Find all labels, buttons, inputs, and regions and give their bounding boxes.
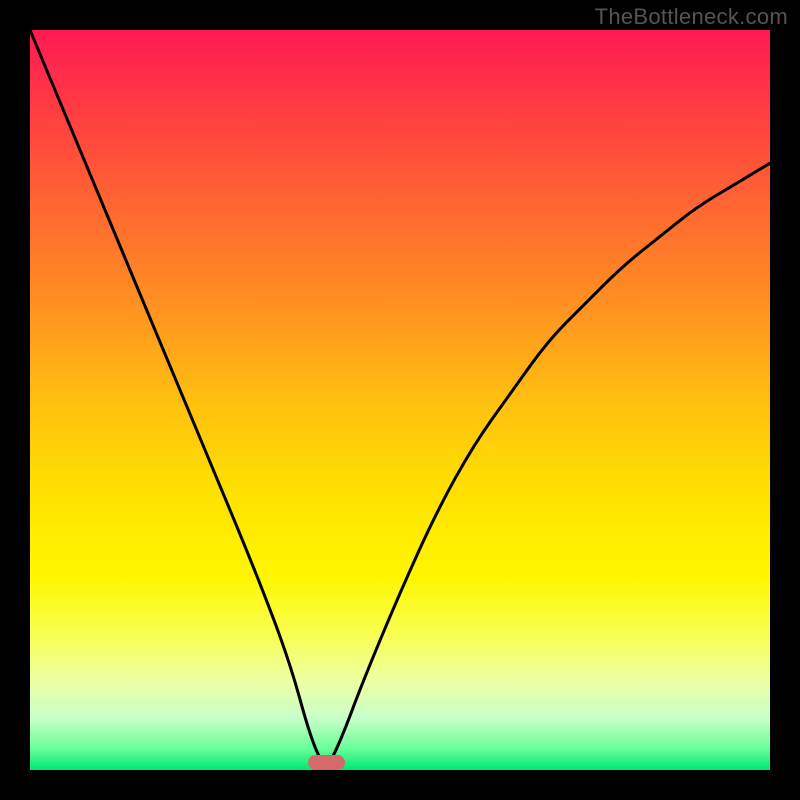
plot-area <box>30 30 770 770</box>
curve-svg <box>30 30 770 770</box>
watermark-text: TheBottleneck.com <box>595 4 788 30</box>
bottleneck-curve <box>30 30 770 763</box>
optimal-marker <box>308 755 345 770</box>
chart-frame: TheBottleneck.com <box>0 0 800 800</box>
